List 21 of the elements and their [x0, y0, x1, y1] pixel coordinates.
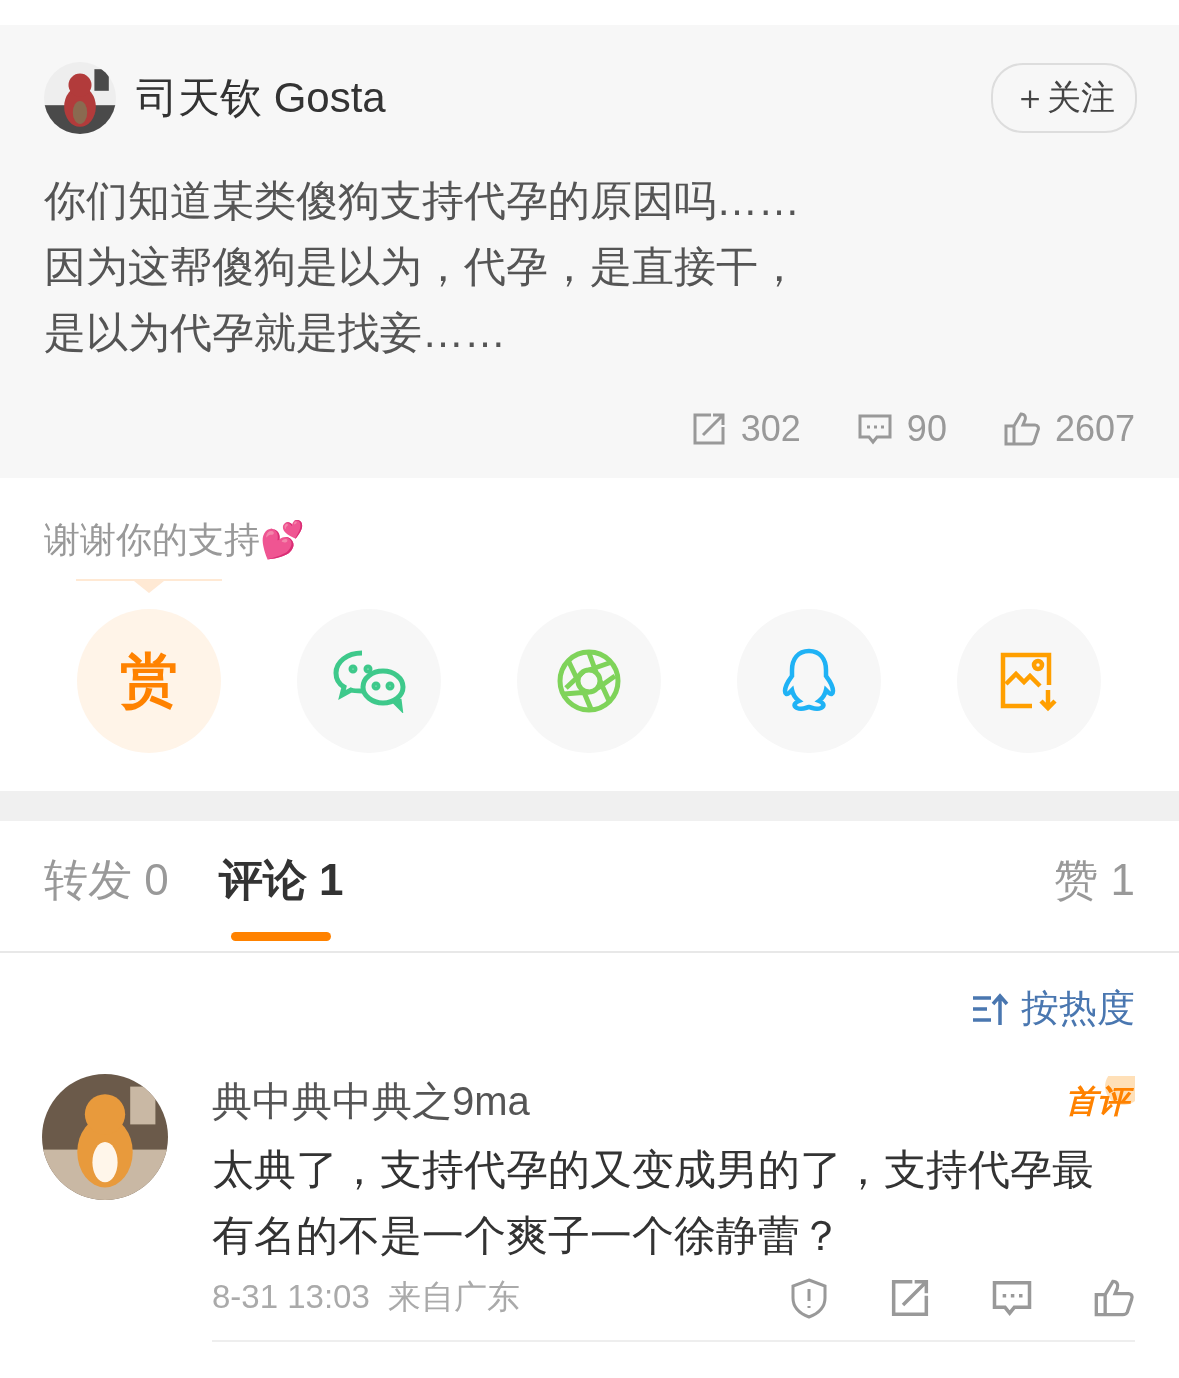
post-text-line: 你们知道某类傻狗支持代孕的原因吗……: [44, 176, 801, 226]
post-text-line: 因为这帮傻狗是以为，代孕，是直接干，: [44, 242, 801, 292]
follow-button[interactable]: ＋关注: [991, 63, 1137, 133]
thanks-caption: 谢谢你的支持💕: [44, 518, 306, 562]
aperture-icon: [556, 648, 622, 714]
author-name[interactable]: 司天钦 Gosta: [136, 70, 971, 126]
warning-shield-icon[interactable]: [789, 1276, 829, 1319]
thumbs-up-icon[interactable]: [1002, 411, 1041, 447]
comment-meta: 8-31 13:03 来自广东: [212, 1277, 522, 1317]
count-text: 2607: [1054, 408, 1135, 450]
comment-text: 太典了，支持代孕的又变成男的了，支持代孕最有名的不是一个爽子一个徐静蕾？: [212, 1145, 1095, 1261]
commenter-name[interactable]: 典中典中典之9ma: [212, 1074, 530, 1129]
image-download-icon: [998, 650, 1060, 712]
count-text: 90: [906, 408, 947, 450]
chat-bubbles-icon: [332, 649, 406, 713]
reward-label: 赏: [120, 646, 178, 714]
count-text: 302: [740, 408, 801, 450]
sort-label[interactable]: 按热度: [1021, 983, 1135, 1034]
post-text-line: 是以为代孕就是找妾……: [44, 308, 507, 358]
sort-icon[interactable]: [971, 991, 1009, 1026]
tab[interactable]: 评论 1: [218, 851, 344, 951]
